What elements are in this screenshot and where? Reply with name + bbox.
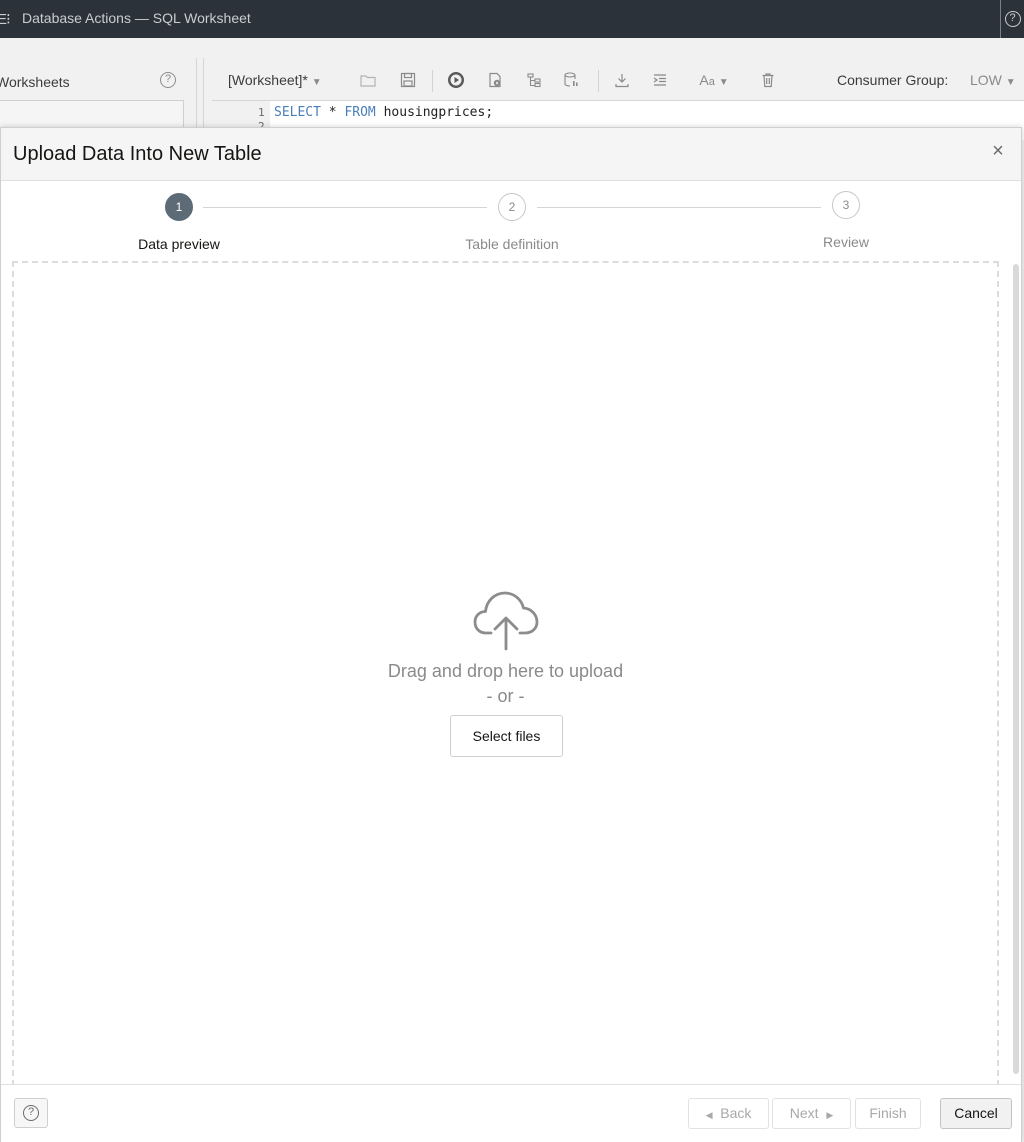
or-separator: - or - [486, 686, 525, 706]
select-files-button[interactable]: Select files [450, 715, 563, 757]
step-2-indicator[interactable]: 2 [498, 193, 526, 221]
format-indent-icon[interactable] [650, 70, 670, 90]
toolbar-divider [432, 70, 433, 92]
next-button[interactable]: Next ▶ [772, 1098, 851, 1129]
line-number: 1 [258, 106, 265, 119]
worksheet-toolbar: [Worksheet]* ▼ Aa ▼ Consumer Group: LOW … [212, 62, 1024, 100]
consumer-group-select[interactable]: LOW ▼ [970, 72, 1016, 88]
dialog-help-button[interactable]: ? [14, 1098, 48, 1128]
font-size-icon[interactable]: Aa ▼ [694, 70, 734, 90]
chevron-left-icon: ◀ [705, 1110, 713, 1120]
trash-icon[interactable] [758, 70, 778, 90]
back-button[interactable]: ◀ Back [688, 1098, 769, 1129]
run-statement-icon[interactable] [446, 70, 466, 90]
header-help-button[interactable]: ? [1000, 0, 1024, 38]
toolbar-divider [598, 70, 599, 92]
vertical-scrollbar[interactable] [1011, 258, 1021, 1088]
help-icon: ? [1004, 11, 1021, 27]
download-icon[interactable] [612, 70, 632, 90]
app-title: Database Actions — SQL Worksheet [22, 10, 251, 26]
app-header: E⁝ Database Actions — SQL Worksheet ? [0, 0, 1024, 38]
explain-plan-icon[interactable] [524, 70, 544, 90]
finish-button[interactable]: Finish [855, 1098, 921, 1129]
dialog-title: Upload Data Into New Table [13, 143, 262, 165]
cloud-upload-icon [473, 591, 539, 651]
help-icon: ? [23, 1105, 39, 1121]
panel-splitter[interactable] [196, 58, 204, 138]
scrollbar-thumb[interactable] [1013, 264, 1019, 1074]
step-3-indicator[interactable]: 3 [832, 191, 860, 219]
file-drop-zone[interactable]: Drag and drop here to upload - or - Sele… [12, 261, 999, 1086]
oracle-logo-icon: E⁝ [0, 11, 11, 28]
step-2-label: Table definition [465, 236, 559, 252]
autotrace-icon[interactable] [562, 70, 582, 90]
worksheet-select[interactable]: [Worksheet]* ▼ [228, 72, 322, 88]
worksheets-panel-title: Worksheets [0, 74, 70, 90]
upload-data-dialog: Upload Data Into New Table × 1 Data prev… [0, 127, 1022, 1142]
worksheets-help-icon[interactable]: ? [160, 72, 176, 88]
open-folder-icon[interactable] [358, 70, 378, 90]
step-1-label: Data preview [138, 236, 220, 252]
dialog-footer: ? ◀ Back Next ▶ Finish Cancel [1, 1084, 1021, 1142]
consumer-group-label: Consumer Group: [837, 72, 949, 88]
chevron-right-icon: ▶ [826, 1110, 834, 1120]
run-script-icon[interactable] [485, 70, 505, 90]
step-3-label: Review [823, 234, 869, 250]
close-icon[interactable]: × [987, 140, 1009, 162]
step-1-indicator[interactable]: 1 [165, 193, 193, 221]
step-connector [203, 207, 487, 208]
drop-instructions: Drag and drop here to upload [387, 661, 624, 681]
step-connector [537, 207, 821, 208]
code-line[interactable]: SELECT * FROM housingprices; [274, 105, 493, 120]
cancel-button[interactable]: Cancel [940, 1098, 1012, 1129]
save-icon[interactable] [398, 70, 418, 90]
dialog-header: Upload Data Into New Table × [1, 128, 1021, 181]
